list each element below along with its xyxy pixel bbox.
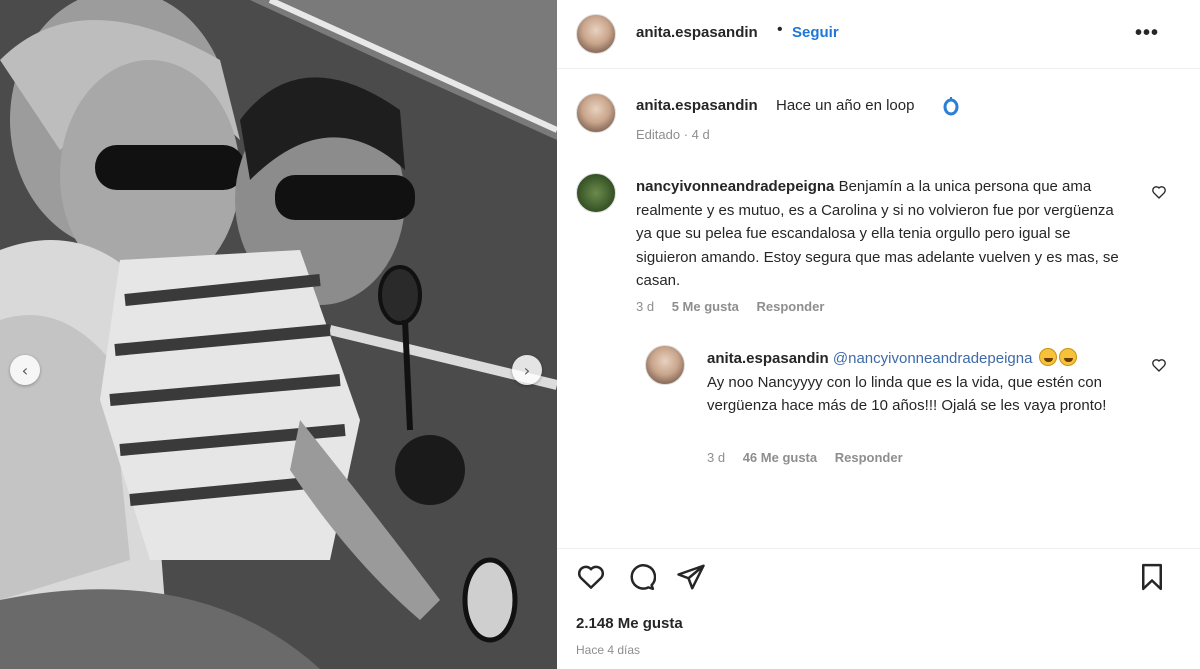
prev-image-button[interactable]: ‹ (10, 355, 40, 385)
more-options-icon[interactable]: ••• (1135, 22, 1159, 45)
comment-icon[interactable] (626, 562, 656, 592)
reply-text: Ay noo Nancyyyy con lo linda que es la v… (707, 373, 1107, 415)
reply-time: 3 d (707, 450, 726, 465)
comment-body: nancyivonneandradepeigna Benjamín a la u… (636, 175, 1126, 293)
reply-likes[interactable]: 46 Me gusta (743, 450, 817, 465)
avatar[interactable] (576, 14, 616, 54)
like-comment-heart-icon[interactable] (1151, 184, 1167, 200)
post-footer: 2.148 Me gusta Hace 4 días (557, 548, 1200, 669)
blue-circle-icon (943, 97, 959, 116)
comment-username[interactable]: nancyivonneandradepeigna (636, 178, 834, 195)
comment-time: 3 d (636, 299, 655, 314)
share-icon[interactable] (676, 562, 706, 592)
reply-username[interactable]: anita.espasandin (707, 350, 829, 367)
caption-text: Hace un año en loop (776, 97, 915, 114)
laughing-emoji-icon (1038, 348, 1057, 366)
avatar[interactable] (576, 93, 616, 133)
comment-likes[interactable]: 5 Me gusta (672, 299, 739, 314)
heart-icon[interactable] (576, 562, 606, 592)
post-likes-count[interactable]: 2.148 Me gusta (576, 615, 683, 632)
caption-username[interactable]: anita.espasandin (636, 97, 758, 114)
reply-body: anita.espasandin @nancyivonneandradepeig… (707, 347, 1147, 418)
separator-dot: • (777, 21, 783, 38)
bookmark-icon[interactable] (1137, 562, 1167, 592)
avatar[interactable] (645, 345, 685, 385)
post-author-username[interactable]: anita.espasandin (636, 24, 758, 41)
avatar[interactable] (576, 173, 616, 213)
follow-button[interactable]: Seguir (792, 24, 839, 41)
caption-meta: Editado · 4 d (636, 127, 710, 142)
comment-actions: 3 d 5 Me gusta Responder (636, 299, 838, 314)
like-comment-heart-icon[interactable] (1151, 357, 1167, 373)
reply-button[interactable]: Responder (757, 299, 825, 314)
next-image-button[interactable]: › (512, 355, 542, 385)
reply-button[interactable]: Responder (835, 450, 903, 465)
post-detail-panel: anita.espasandin • Seguir ••• anita.espa… (557, 0, 1200, 669)
photo-scene (0, 0, 557, 669)
post-time: Hace 4 días (576, 643, 641, 657)
reply-actions: 3 d 46 Me gusta Responder (707, 450, 917, 465)
reply-mention-link[interactable]: @nancyivonneandradepeigna (833, 350, 1033, 367)
laughing-emoji-icon (1058, 348, 1077, 366)
post-header: anita.espasandin • Seguir ••• (557, 0, 1200, 69)
post-photo: ‹ › (0, 0, 557, 669)
